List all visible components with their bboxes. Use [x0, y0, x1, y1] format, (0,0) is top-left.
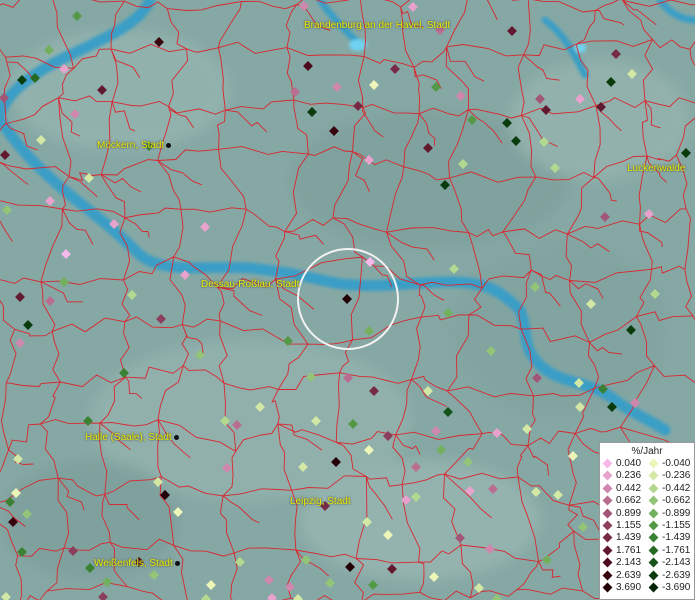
legend-label-negative: -1.155	[662, 519, 691, 531]
legend-label-negative: -2.639	[662, 569, 691, 581]
legend-swatch-positive	[602, 557, 613, 568]
legend-swatch-negative	[648, 570, 659, 580]
legend-row: 2.143 -2.143	[600, 557, 694, 569]
legend-label-positive: 1.155	[616, 519, 642, 531]
legend-label-negative: -1.761	[662, 544, 691, 556]
legend-label-positive: 2.143	[616, 557, 642, 569]
legend-label-positive: 1.761	[616, 544, 642, 556]
legend-label-positive: 0.662	[616, 495, 642, 507]
legend-label-positive: 2.639	[616, 569, 642, 581]
legend-label-positive: 0.040	[616, 458, 642, 469]
legend-swatch-positive	[602, 520, 613, 531]
legend-swatch-positive	[602, 470, 613, 481]
legend-row: 0.040 -0.040	[600, 458, 694, 470]
city-label-moeckern: Möckern, Stadt	[97, 140, 172, 151]
legend-swatch-negative	[648, 483, 659, 494]
legend-row: 1.761 -1.761	[600, 545, 694, 557]
legend-label-positive: 0.899	[616, 507, 642, 519]
legend-label-positive: 0.236	[616, 470, 642, 482]
legend-label-negative: -0.442	[662, 482, 691, 494]
city-label-brandenburg: Brandenburg an der Havel, Stadt	[304, 20, 451, 31]
legend-swatch-negative	[648, 532, 659, 543]
legend: %/Jahr 0.040 -0.040 0.236 -0.236 0.442 -0.442…	[599, 442, 695, 600]
city-label-halle: Halle (Saale), Stadt	[85, 432, 179, 443]
legend-swatch-positive	[602, 532, 613, 543]
legend-swatch-positive	[602, 570, 613, 580]
legend-swatch-positive	[602, 545, 613, 556]
city-marker	[174, 560, 180, 566]
legend-label-positive: 3.690	[616, 581, 642, 593]
legend-swatch-negative	[648, 458, 659, 469]
legend-swatch-positive	[602, 495, 613, 506]
legend-row: 0.662 -0.662	[600, 495, 694, 507]
legend-row: 1.439 -1.439	[600, 532, 694, 544]
city-label-leipzig: Leipzig, Stadt	[290, 496, 351, 507]
legend-row: 2.639 -2.639	[600, 570, 694, 582]
city-label-luckenwalde: Luckenwalde	[627, 163, 686, 174]
map-canvas[interactable]	[0, 0, 695, 600]
legend-swatch-negative	[648, 520, 659, 531]
legend-title: %/Jahr	[631, 446, 663, 457]
legend-label-negative: -0.236	[662, 470, 691, 482]
legend-label-positive: 0.442	[616, 482, 642, 494]
legend-row: 0.442 -0.442	[600, 483, 694, 495]
city-marker	[173, 434, 179, 440]
legend-label-negative: -0.040	[662, 458, 691, 469]
city-marker	[166, 142, 172, 148]
legend-swatch-positive	[602, 508, 613, 519]
legend-swatch-positive	[602, 483, 613, 494]
legend-swatch-positive	[602, 582, 613, 593]
legend-swatch-positive	[602, 458, 613, 469]
city-label-weissenfels: Weißenfels, Stadt	[94, 558, 180, 569]
city-label-dessau: Dessau-Roßlau, Stadt	[201, 279, 300, 290]
legend-label-negative: -0.662	[662, 495, 691, 507]
legend-rows: 0.040 -0.040 0.236 -0.236 0.442 -0.442 0.662 -0…	[600, 458, 694, 594]
legend-row: 3.690 -3.690	[600, 582, 694, 594]
legend-swatch-negative	[648, 545, 659, 556]
legend-row: 0.236 -0.236	[600, 470, 694, 482]
legend-row: 0.899 -0.899	[600, 508, 694, 520]
legend-swatch-negative	[648, 582, 659, 593]
legend-swatch-negative	[648, 470, 659, 481]
legend-row: 1.155 -1.155	[600, 520, 694, 532]
legend-swatch-negative	[648, 508, 659, 519]
legend-label-negative: -0.899	[662, 507, 691, 519]
legend-swatch-negative	[648, 495, 659, 506]
legend-label-negative: -1.439	[662, 532, 691, 544]
legend-label-negative: -2.143	[662, 557, 691, 569]
legend-swatch-negative	[648, 557, 659, 568]
legend-label-positive: 1.439	[616, 532, 642, 544]
legend-label-negative: -3.690	[662, 581, 691, 593]
